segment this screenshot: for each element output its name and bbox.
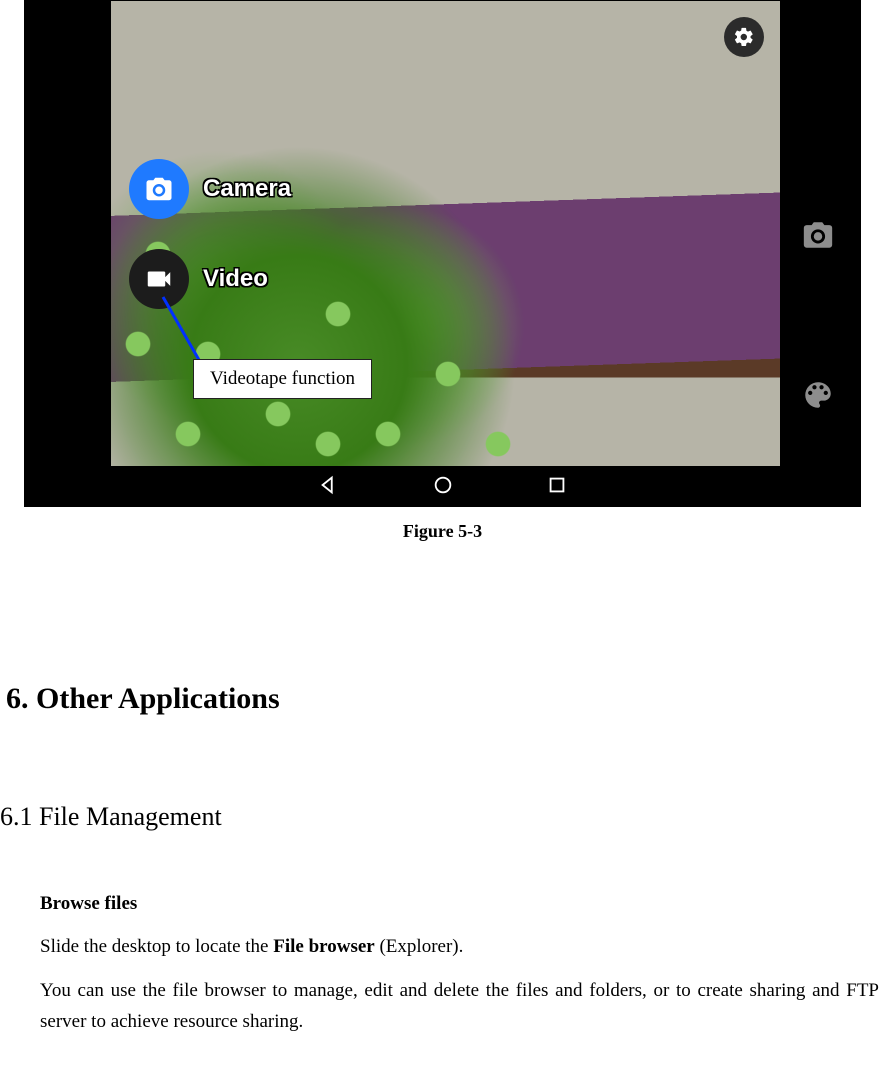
nav-recents-button[interactable] [546, 474, 568, 501]
android-navbar [24, 467, 861, 507]
home-circle-icon [432, 474, 454, 496]
gear-icon [733, 26, 755, 48]
back-triangle-icon [318, 474, 340, 496]
camera-mode-label: Camera [203, 175, 291, 203]
body-text: Browse files Slide the desktop to locate… [0, 888, 885, 1037]
capture-button[interactable] [775, 200, 861, 270]
paragraph: Slide the desktop to locate the File bro… [40, 931, 879, 962]
video-icon [144, 264, 174, 294]
text-bold: File browser [273, 936, 375, 957]
video-mode-button[interactable] [129, 249, 189, 309]
video-mode-label: Video [203, 265, 268, 293]
filters-button[interactable] [775, 360, 861, 430]
section-heading: 6. Other Applications [0, 682, 885, 716]
settings-button[interactable] [724, 17, 764, 57]
text-run: (Explorer). [375, 936, 464, 957]
camera-icon [801, 218, 835, 252]
camera-viewfinder: Camera Video Videotape function [110, 0, 781, 467]
callout-box: Videotape function [193, 359, 372, 399]
device-screenshot: Camera Video Videotape function [24, 0, 861, 507]
text-run: Slide the desktop to locate the [40, 936, 273, 957]
palette-icon [801, 378, 835, 412]
nav-home-button[interactable] [432, 474, 454, 501]
nav-back-button[interactable] [318, 474, 340, 501]
paragraph-title: Browse files [40, 888, 879, 919]
figure-caption: Figure 5-3 [0, 521, 885, 542]
camera-mode-button[interactable] [129, 159, 189, 219]
subsection-heading: 6.1 File Management [0, 802, 885, 832]
paragraph: You can use the file browser to manage, … [40, 975, 879, 1038]
camera-icon [144, 174, 174, 204]
recents-square-icon [546, 474, 568, 496]
